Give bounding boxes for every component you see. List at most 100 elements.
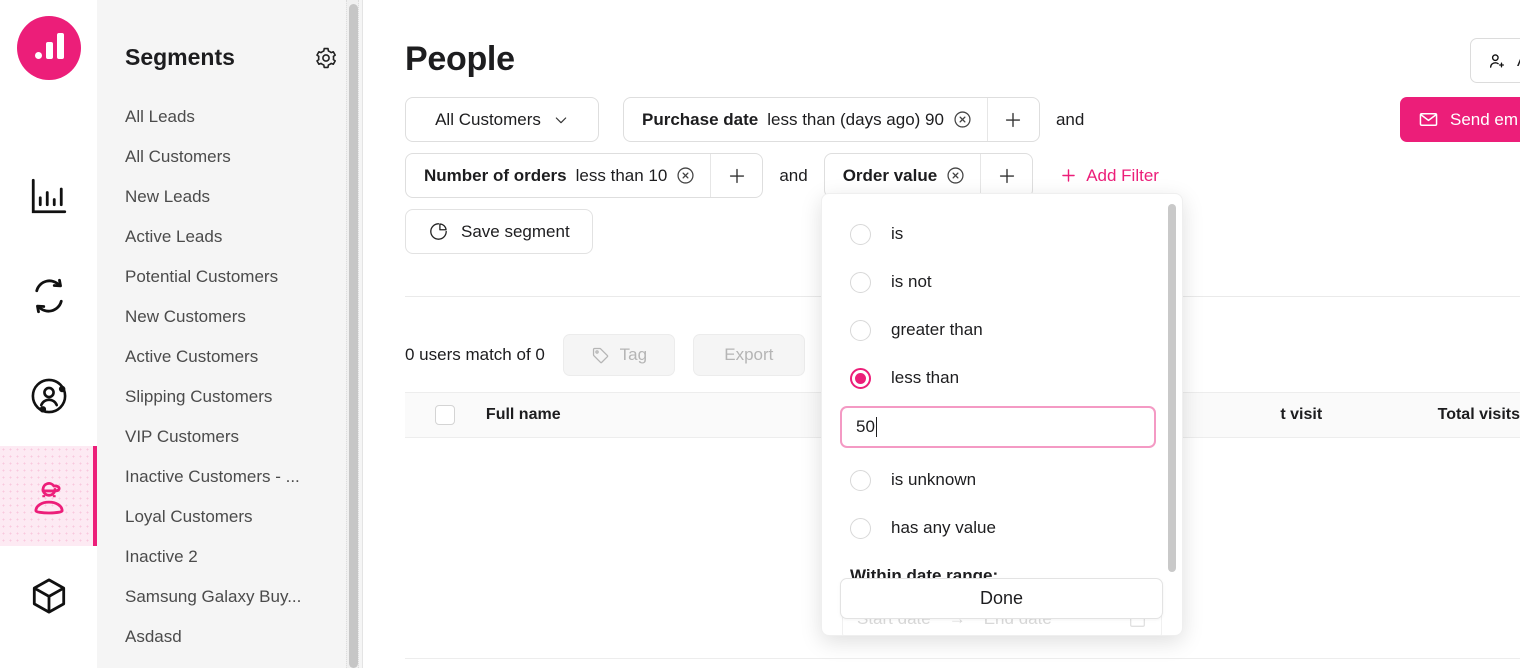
send-email-label: Send em — [1450, 109, 1519, 129]
sidebar-scrollbar-thumb[interactable] — [349, 4, 358, 668]
filter-pill-number-of-orders[interactable]: Number of orders less than 10 — [405, 153, 764, 198]
dropdown-option-label: greater than — [891, 320, 983, 339]
sidebar-item-6[interactable]: Active Customers — [97, 337, 362, 377]
plus-icon — [1006, 112, 1021, 127]
rail-item-products[interactable] — [0, 546, 97, 646]
dropdown-option-is-not[interactable]: is not — [822, 258, 1182, 306]
logo-bar-mid — [45, 42, 53, 59]
dropdown-option-is-unknown[interactable]: is unknown — [822, 456, 1182, 504]
radio-greater-than[interactable] — [850, 319, 871, 341]
envelope-icon — [1419, 112, 1438, 127]
analytics-bars-icon — [31, 178, 66, 214]
results-count: 0 users match of 0 — [405, 345, 545, 364]
sidebar-item-10[interactable]: Loyal Customers — [97, 497, 362, 537]
audience-circle-icon — [31, 378, 66, 414]
sidebar-item-8[interactable]: VIP Customers — [97, 417, 362, 457]
dropdown-option-label: less than — [891, 368, 960, 387]
add-filter-button[interactable]: Add Filter — [1059, 166, 1159, 186]
filter-pill-body[interactable]: Number of orders less than 10 — [406, 154, 710, 197]
icon-rail — [0, 0, 97, 668]
sidebar-item-2[interactable]: New Leads — [97, 177, 362, 217]
sidebar-item-0[interactable]: All Leads — [97, 97, 362, 137]
add-filter-label: Add Filter — [1086, 165, 1159, 185]
filter-field-label: Number of orders — [424, 165, 567, 185]
sidebar-item-5[interactable]: New Customers — [97, 297, 362, 337]
dropdown-option-is[interactable]: is — [822, 210, 1182, 258]
sidebar-item-11[interactable]: Inactive 2 — [97, 537, 362, 577]
rail-item-people[interactable] — [0, 446, 97, 546]
filter-conjunction-1: and — [1055, 109, 1085, 129]
remove-circle-icon[interactable] — [946, 166, 965, 185]
sidebar-item-4[interactable]: Potential Customers — [97, 257, 362, 297]
select-all-cell — [405, 405, 486, 425]
add-person-button[interactable]: A — [1470, 38, 1520, 83]
dropdown-option-label: is — [891, 224, 904, 243]
segment-select-value: All Customers — [435, 109, 541, 129]
remove-circle-icon[interactable] — [953, 110, 972, 129]
dropdown-option-less-than[interactable]: less than — [822, 354, 1182, 402]
rail-item-audience[interactable] — [0, 346, 97, 446]
column-header-full-name[interactable]: Full name — [486, 406, 711, 424]
export-label: Export — [724, 345, 774, 364]
chevron-down-icon — [555, 116, 567, 123]
dropdown-scrollbar-thumb[interactable] — [1168, 204, 1176, 572]
condition-value-input[interactable]: 50 — [840, 406, 1156, 448]
table-bottom-border — [405, 658, 1520, 659]
filter-add-condition-button[interactable] — [980, 154, 1032, 197]
sidebar-scrollbar[interactable] — [346, 0, 359, 668]
plus-icon — [999, 168, 1014, 183]
filter-pill-body[interactable]: Order value — [825, 154, 981, 197]
plus-icon — [1062, 169, 1075, 182]
filter-condition-label: less than 10 — [575, 165, 668, 185]
filter-pill-order-value[interactable]: Order value — [823, 153, 1034, 198]
column-header-total-visits[interactable]: Total visits — [1322, 406, 1520, 424]
dropdown-option-label: is not — [891, 272, 932, 291]
filter-pill-body[interactable]: Purchase date less than (days ago) 90 — [624, 98, 987, 141]
gear-icon[interactable] — [314, 46, 338, 70]
radio-less-than[interactable] — [850, 367, 871, 389]
rail-item-analytics[interactable] — [0, 146, 97, 246]
radio-is-unknown[interactable] — [850, 469, 871, 491]
logo-dot — [34, 52, 42, 59]
bar-chart-logo[interactable] — [17, 16, 81, 80]
save-segment-button[interactable]: Save segment — [405, 209, 593, 254]
sidebar-item-7[interactable]: Slipping Customers — [97, 377, 362, 417]
sidebar-item-13[interactable]: Asdasd — [97, 617, 362, 657]
pie-chart-icon — [430, 223, 447, 240]
tag-icon — [592, 347, 608, 363]
remove-circle-icon[interactable] — [676, 166, 695, 185]
person-cap-icon — [33, 482, 64, 515]
sync-refresh-icon — [34, 278, 63, 314]
done-button[interactable]: Done — [840, 578, 1163, 619]
filter-add-condition-button[interactable] — [710, 154, 762, 197]
sidebar-item-1[interactable]: All Customers — [97, 137, 362, 177]
segments-sidebar: Segments All Leads All Customers New Lea… — [97, 0, 363, 668]
radio-is-not[interactable] — [850, 271, 871, 293]
save-segment-label: Save segment — [461, 221, 570, 241]
filter-conjunction-2: and — [779, 165, 808, 185]
dropdown-option-label: is unknown — [891, 470, 977, 489]
select-all-checkbox[interactable] — [435, 405, 456, 425]
sidebar-item-9[interactable]: Inactive Customers - ... — [97, 457, 362, 497]
radio-has-any-value[interactable] — [850, 517, 871, 539]
logo-bar-tall — [56, 33, 64, 59]
filter-pill-purchase-date[interactable]: Purchase date less than (days ago) 90 — [623, 97, 1040, 142]
segment-select[interactable]: All Customers — [405, 97, 599, 142]
dropdown-option-has-any-value[interactable]: has any value — [822, 504, 1182, 552]
sidebar-item-12[interactable]: Samsung Galaxy Buy... — [97, 577, 362, 617]
rail-item-automations[interactable] — [0, 246, 97, 346]
sidebar-item-3[interactable]: Active Leads — [97, 217, 362, 257]
people-page: Segments All Leads All Customers New Lea… — [0, 0, 1520, 668]
export-button[interactable]: Export — [692, 334, 805, 376]
send-email-button[interactable]: Send em — [1400, 97, 1520, 142]
condition-value-text: 50 — [856, 417, 875, 436]
radio-is[interactable] — [850, 223, 871, 245]
person-plus-icon — [1490, 53, 1504, 68]
dropdown-option-greater-than[interactable]: greater than — [822, 306, 1182, 354]
results-bar: 0 users match of 0 Tag Export — [405, 334, 805, 376]
segments-header: Segments — [97, 0, 362, 71]
tag-button[interactable]: Tag — [562, 334, 675, 376]
order-value-condition-dropdown: is is not greater than less than 50 is u… — [821, 193, 1183, 636]
filter-add-condition-button[interactable] — [986, 98, 1039, 141]
filter-field-label: Purchase date — [642, 109, 759, 129]
